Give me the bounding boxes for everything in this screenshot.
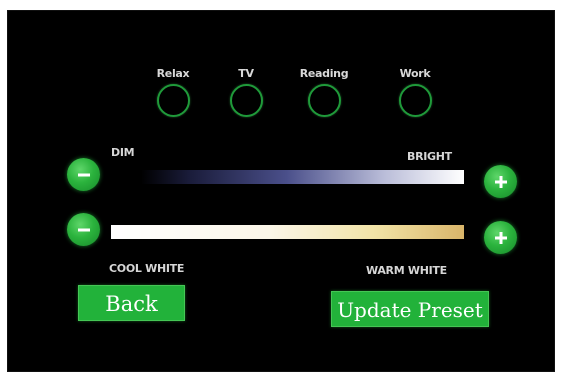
- preset-work[interactable]: Work: [385, 67, 445, 117]
- preset-label: TV: [238, 67, 254, 80]
- preset-reading[interactable]: Reading: [294, 67, 354, 117]
- preset-label: Relax: [156, 67, 190, 80]
- photo-frame: Relax TV Reading Work DIM BRIGHT COOL WH…: [0, 0, 561, 379]
- minus-icon: [77, 173, 90, 176]
- preset-relax-button[interactable]: [156, 84, 190, 117]
- warm-white-label: WARM WHITE: [366, 264, 447, 277]
- brightness-increase-button[interactable]: [484, 165, 517, 198]
- color-temperature-slider[interactable]: [111, 225, 464, 239]
- minus-icon: [77, 228, 90, 231]
- plus-icon: [494, 175, 507, 188]
- touch-screen: Relax TV Reading Work DIM BRIGHT COOL WH…: [7, 10, 555, 372]
- preset-label: Work: [399, 67, 431, 80]
- plus-icon: [494, 231, 507, 244]
- preset-label: Reading: [299, 67, 349, 80]
- preset-work-button[interactable]: [398, 84, 432, 117]
- color-temp-decrease-button[interactable]: [67, 213, 100, 246]
- brightness-slider[interactable]: [141, 170, 464, 184]
- preset-reading-button[interactable]: [307, 84, 341, 117]
- brightness-decrease-button[interactable]: [67, 158, 100, 191]
- bright-label: BRIGHT: [407, 150, 452, 163]
- preset-relax[interactable]: Relax: [143, 67, 203, 117]
- back-button[interactable]: Back: [78, 285, 185, 321]
- preset-tv[interactable]: TV: [216, 67, 276, 117]
- cool-white-label: COOL WHITE: [109, 262, 185, 275]
- color-temp-increase-button[interactable]: [484, 221, 517, 254]
- update-preset-button[interactable]: Update Preset: [331, 291, 489, 327]
- preset-tv-button[interactable]: [229, 84, 263, 117]
- dim-label: DIM: [111, 146, 135, 159]
